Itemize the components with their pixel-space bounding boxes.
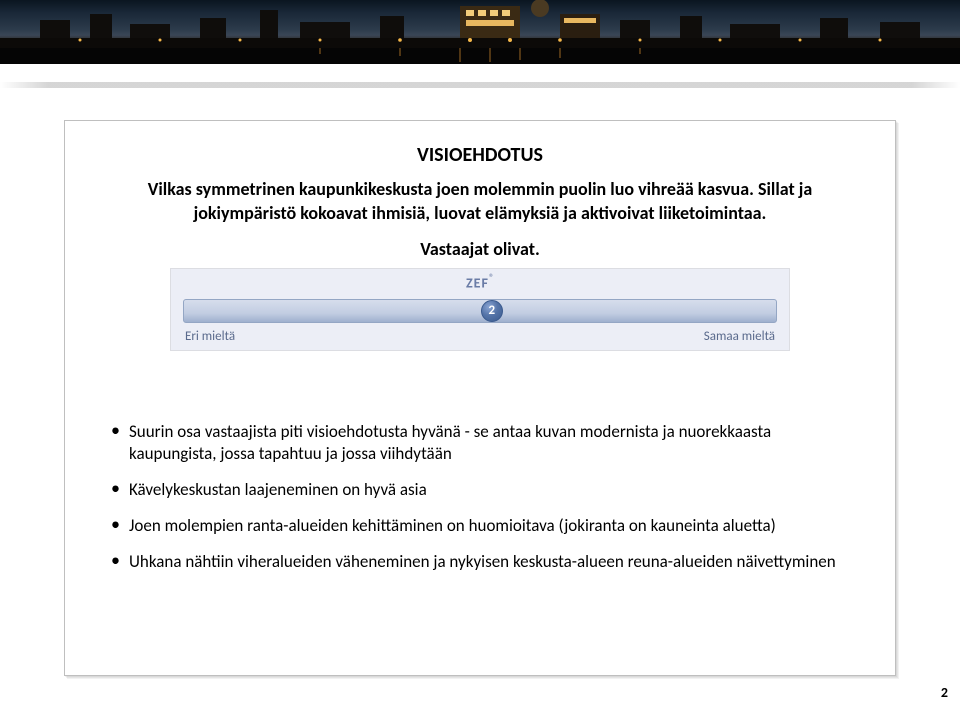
panel-subtitle: Vilkas symmetrinen kaupunkikeskusta joen… (103, 177, 857, 226)
zef-scale-labels: Eri mieltä Samaa mieltä (171, 325, 789, 344)
list-item: Joen molempien ranta-alueiden kehittämin… (107, 515, 857, 537)
zef-slider-track: 2 (183, 299, 777, 323)
panel-subheading: Vastaajat olivat. (103, 238, 857, 260)
bullet-list: Suurin osa vastaajista piti visioehdotus… (103, 421, 857, 573)
content-panel: VISIOEHDOTUS Vilkas symmetrinen kaupunki… (64, 120, 896, 676)
header-banner-image (0, 0, 960, 64)
panel-title: VISIOEHDOTUS (103, 143, 857, 167)
zef-label-right: Samaa mieltä (704, 329, 775, 344)
zef-brand-sup: ® (489, 271, 494, 284)
page-number: 2 (941, 684, 948, 701)
list-item: Kävelykeskustan laajeneminen on hyvä asi… (107, 479, 857, 501)
zef-brand-text: ZEF (466, 274, 489, 291)
zef-brand: ZEF® (171, 269, 789, 293)
zef-widget: ZEF® 2 Eri mieltä Samaa mieltä (170, 268, 790, 351)
zef-label-left: Eri mieltä (185, 329, 235, 344)
list-item: Uhkana nähtiin viheralueiden väheneminen… (107, 551, 857, 573)
divider-line (0, 82, 960, 88)
list-item: Suurin osa vastaajista piti visioehdotus… (107, 421, 857, 465)
slide-page: VISIOEHDOTUS Vilkas symmetrinen kaupunki… (0, 0, 960, 707)
zef-slider-marker: 2 (481, 300, 503, 322)
zef-track-container: 2 (171, 293, 789, 325)
